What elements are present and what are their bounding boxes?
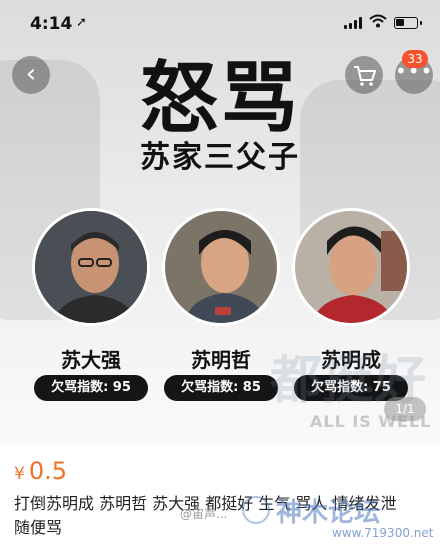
- forum-logo-icon: [242, 496, 270, 524]
- avatar: [162, 208, 280, 326]
- signal-icon: [344, 17, 364, 29]
- location-arrow-icon: ➚: [76, 15, 87, 30]
- notification-badge: 33: [402, 50, 428, 68]
- back-button[interactable]: ‹: [12, 56, 50, 94]
- weibo-watermark: @宙声...: [180, 507, 228, 521]
- scold-index-badge: 欠骂指数: 95: [34, 375, 148, 401]
- avatar: [32, 208, 150, 326]
- avatar: [292, 208, 410, 326]
- person-name: 苏明哲: [191, 348, 251, 372]
- poster-subtitle: 苏家三父子: [140, 140, 300, 175]
- status-bar: 4:14 ➚: [0, 0, 440, 46]
- forum-watermark: 神木论坛 www.719300.net: [236, 492, 440, 546]
- wifi-icon: [369, 14, 387, 32]
- forum-url: www.719300.net: [332, 526, 434, 540]
- image-page-indicator: 1/1: [384, 397, 426, 421]
- forum-name: 神木论坛: [276, 498, 381, 528]
- cart-icon: [354, 66, 376, 86]
- price: ¥0.5: [14, 457, 67, 485]
- currency-symbol: ¥: [14, 464, 25, 484]
- scold-index-badge: 欠骂指数: 85: [164, 375, 278, 401]
- status-time: 4:14: [30, 14, 73, 34]
- person-name: 苏大强: [61, 348, 121, 372]
- battery-icon: [394, 17, 422, 29]
- price-value: 0.5: [28, 457, 67, 485]
- cart-button[interactable]: [345, 56, 383, 94]
